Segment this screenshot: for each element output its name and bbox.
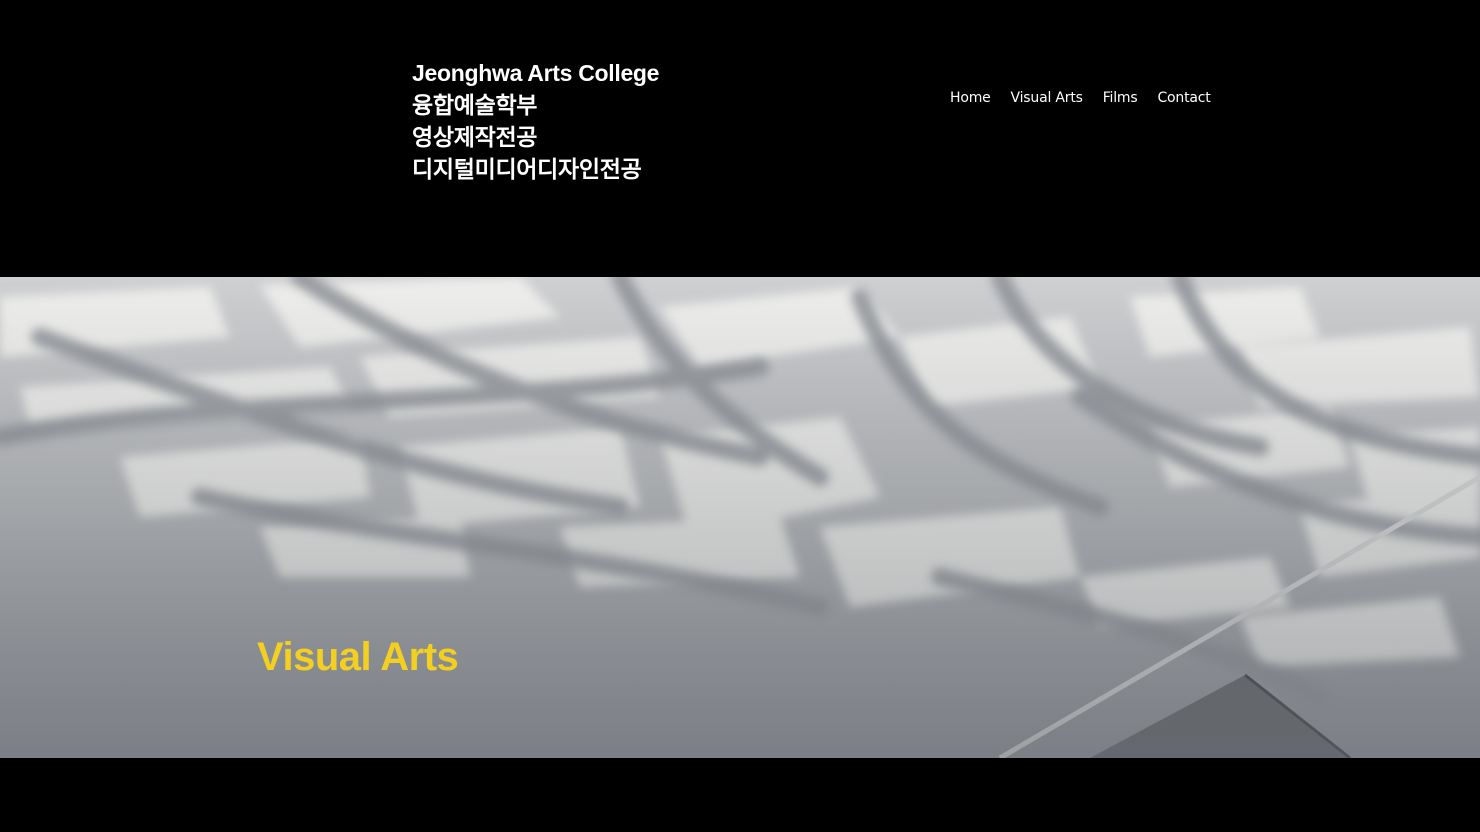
nav-item-contact[interactable]: Contact bbox=[1157, 88, 1210, 108]
hero-title: Visual Arts bbox=[257, 635, 459, 679]
brand-line-college: Jeonghwa Arts College bbox=[412, 60, 660, 86]
site-logo-text[interactable]: Jeonghwa Arts College 융합예술학부 영상제작전공 디지털미… bbox=[412, 57, 659, 185]
hero-banner: Visual Arts bbox=[0, 277, 1480, 758]
brand-line-major-film: 영상제작전공 bbox=[412, 124, 538, 150]
brand-line-major-design: 디지털미디어디자인전공 bbox=[412, 156, 642, 182]
footer-strip bbox=[0, 758, 1480, 832]
leaf-shadow-photo bbox=[0, 277, 1480, 758]
nav-item-films[interactable]: Films bbox=[1103, 88, 1138, 108]
nav-item-home[interactable]: Home bbox=[950, 88, 991, 108]
site-header: Jeonghwa Arts College 융합예술학부 영상제작전공 디지털미… bbox=[0, 0, 1480, 277]
brand-line-division: 융합예술학부 bbox=[412, 92, 538, 118]
main-nav: Home Visual Arts Films Contact bbox=[950, 88, 1211, 108]
nav-item-visual-arts[interactable]: Visual Arts bbox=[1011, 88, 1083, 108]
